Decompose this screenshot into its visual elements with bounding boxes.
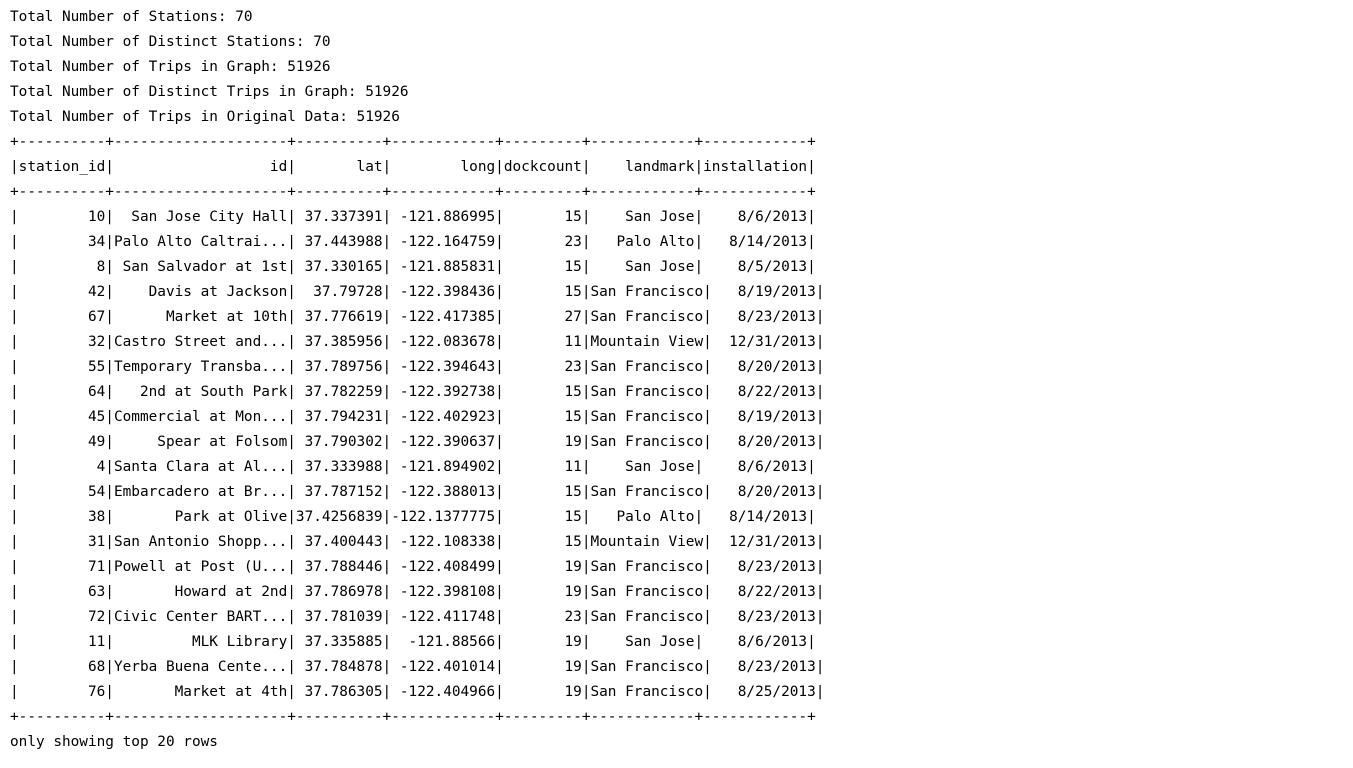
- table-row: | 32|Castro Street and...| 37.385956| -1…: [10, 334, 825, 350]
- footer-note: only showing top 20 rows: [10, 734, 218, 750]
- table-row: | 11| MLK Library| 37.335885| -121.88566…: [10, 634, 816, 650]
- table-row: | 38| Park at Olive|37.4256839|-122.1377…: [10, 509, 816, 525]
- table-border-header: +----------+--------------------+-------…: [10, 184, 816, 200]
- console-output: Total Number of Stations: 70 Total Number…: [10, 5, 824, 755]
- table-row: | 31|San Antonio Shopp...| 37.400443| -1…: [10, 534, 825, 550]
- table-header: |station_id| id| lat| long|dockcount| la…: [10, 159, 816, 175]
- table-row: | 67| Market at 10th| 37.776619| -122.41…: [10, 309, 825, 325]
- table-row: | 34|Palo Alto Caltrai...| 37.443988| -1…: [10, 234, 816, 250]
- table-row: | 42| Davis at Jackson| 37.79728| -122.3…: [10, 284, 825, 300]
- summary-line-original-trips: Total Number of Trips in Original Data: …: [10, 109, 400, 125]
- table-row: | 8| San Salvador at 1st| 37.330165| -12…: [10, 259, 816, 275]
- summary-line-distinct-stations: Total Number of Distinct Stations: 70: [10, 34, 331, 50]
- table-border-bottom: +----------+--------------------+-------…: [10, 709, 816, 725]
- table-row: | 4|Santa Clara at Al...| 37.333988| -12…: [10, 459, 816, 475]
- table-row: | 72|Civic Center BART...| 37.781039| -1…: [10, 609, 825, 625]
- table-row: | 49| Spear at Folsom| 37.790302| -122.3…: [10, 434, 825, 450]
- table-row: | 63| Howard at 2nd| 37.786978| -122.398…: [10, 584, 825, 600]
- summary-line-distinct-trips: Total Number of Distinct Trips in Graph:…: [10, 84, 409, 100]
- table-row: | 10| San Jose City Hall| 37.337391| -12…: [10, 209, 816, 225]
- summary-line-trips: Total Number of Trips in Graph: 51926: [10, 59, 331, 75]
- table-row: | 64| 2nd at South Park| 37.782259| -122…: [10, 384, 825, 400]
- summary-line-stations: Total Number of Stations: 70: [10, 9, 253, 25]
- table-row: | 45|Commercial at Mon...| 37.794231| -1…: [10, 409, 825, 425]
- table-row: | 76| Market at 4th| 37.786305| -122.404…: [10, 684, 825, 700]
- table-row: | 55|Temporary Transba...| 37.789756| -1…: [10, 359, 825, 375]
- table-row: | 71|Powell at Post (U...| 37.788446| -1…: [10, 559, 825, 575]
- table-row: | 54|Embarcadero at Br...| 37.787152| -1…: [10, 484, 825, 500]
- table-row: | 68|Yerba Buena Cente...| 37.784878| -1…: [10, 659, 825, 675]
- table-border-top: +----------+--------------------+-------…: [10, 134, 816, 150]
